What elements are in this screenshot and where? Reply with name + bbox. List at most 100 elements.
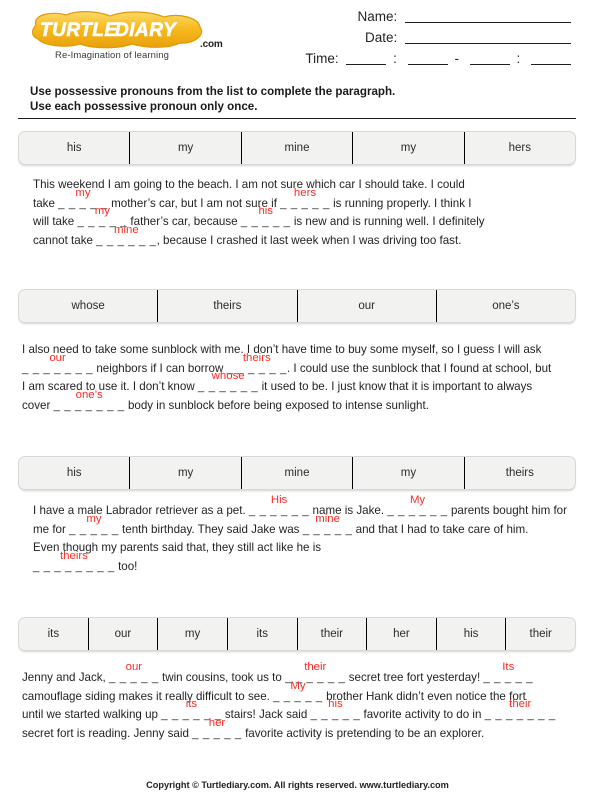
word-bank-3: his my mine my theirs [18,456,576,490]
paragraph-text: it used to be. I just know that it is im… [258,380,533,394]
paragraph-text: secret tree fort yesterday! [345,671,484,684]
paragraph-text: twin cousins, took us to [158,671,286,684]
logo-tagline: Re-Imagination of learning [55,50,170,61]
answer-blank[interactable]: _ _ _ _ _ _ whose [198,370,258,397]
answer-blank[interactable]: _ _ _ _ _ Its [483,661,533,688]
time-dash: - [454,51,459,66]
svg-text:DIARY: DIARY [115,20,178,41]
paragraph-text: favorite activity is pretending to be an… [241,726,485,740]
paragraph-text: favorite activity to do in [360,708,485,722]
paragraph-text: . I could use the sunblock that I found … [286,361,552,375]
paragraph-text: is running properly. I think I [329,196,472,210]
word-bank-option[interactable]: hers [465,132,575,164]
filled-answer: hers [293,186,317,199]
word-bank-option[interactable]: my [130,457,242,489]
filled-answer: their [509,698,532,711]
student-fields: Name: Date: Time: : - : [291,6,571,69]
paragraph-text: and that I had to take care of him. [352,522,529,536]
header-divider [18,118,576,119]
paragraph-text: take [33,196,59,210]
name-label: Name: [357,9,398,24]
word-bank-option[interactable]: one’s [437,290,575,322]
filled-answer: mine [114,223,139,236]
turtle-diary-logo[interactable]: TURTLE DIARY .com Re-Imagination of lear… [22,9,232,61]
word-bank-option[interactable]: my [353,132,465,164]
filled-answer: theirs [59,549,88,562]
answer-blank[interactable]: _ _ _ _ _ his [311,698,361,725]
filled-answer: My [290,679,306,692]
filled-answer: whose [211,370,245,383]
word-bank-option[interactable]: their [506,618,575,650]
paragraph-line: until we started walking up _ _ _ _ _ _ i… [22,698,576,725]
paragraph-text: parents bought him for [447,504,567,517]
filled-answer: one’s [75,388,103,401]
paragraph-text: cannot take [33,233,97,247]
paragraph-text: Jenny and Jack, [22,671,110,684]
answer-blank[interactable]: _ _ _ _ _ _ My [387,494,447,521]
answer-blank[interactable]: _ _ _ _ _ his [241,205,291,232]
filled-answer: His [270,494,288,506]
time-end-hour-line[interactable] [469,64,510,65]
time-label: Time: [305,51,339,66]
date-label: Date: [364,30,398,45]
filled-answer: her [208,716,226,729]
answer-blank[interactable]: _ _ _ _ _ _ _ one’s [54,389,125,416]
word-bank-option[interactable]: her [367,618,437,650]
logo-dotcom: .com [200,39,223,50]
filled-answer: their [304,661,327,673]
instruction-line-2: Use each possessive pronoun only once. [30,99,258,113]
filled-answer: Its [502,661,515,673]
paragraph-text: I have a male Labrador retriever as a pe… [33,504,249,517]
paragraph-text: is new and is running well. I definitely [290,215,485,229]
answer-blank[interactable]: _ _ _ _ _ _ His [249,494,309,521]
word-bank-option[interactable]: his [19,132,131,164]
answer-blank[interactable]: _ _ _ _ _ mine [303,513,353,540]
word-bank-option[interactable]: my [130,132,242,164]
filled-answer: mine [315,512,340,525]
time-start-minute-line[interactable] [407,64,448,65]
word-bank-option[interactable]: his [437,618,507,650]
paragraph-text: will take [33,215,78,229]
filled-answer: theirs [242,351,271,364]
paragraph-text: tenth birthday. They said Jake was [118,522,303,536]
word-bank-option[interactable]: my [158,618,228,650]
paragraph-line: cover _ _ _ _ _ _ _ one’s body in sunbloc… [22,389,576,416]
time-end-minute-line[interactable] [531,64,571,65]
word-bank-option[interactable]: its [19,618,89,650]
word-bank-option[interactable]: our [298,290,437,322]
answer-blank[interactable]: _ _ _ _ _ _ _ _ theirs [33,550,115,577]
answer-blank[interactable]: _ _ _ _ _ _ mine [96,224,156,251]
filled-answer: our [125,661,143,673]
word-bank-option[interactable]: mine [242,132,354,164]
footer-copyright: Copyright © Turtlediary.com. All rights … [146,780,449,790]
word-bank-option[interactable]: my [353,457,465,489]
answer-blank[interactable]: _ _ _ _ _ my [69,513,119,540]
date-input-line[interactable] [405,43,571,44]
word-bank-option[interactable]: their [298,618,368,650]
logo-icon: TURTLE DIARY [31,11,203,49]
answer-blank[interactable]: _ _ _ _ _ our [109,661,159,688]
answer-blank[interactable]: _ _ _ _ _ _ _ our [22,352,93,379]
time-start-hour-line[interactable] [346,64,387,65]
word-bank-option[interactable]: our [89,618,159,650]
word-bank-option[interactable]: whose [19,290,159,322]
word-bank-option[interactable]: mine [242,457,354,489]
word-bank-option[interactable]: theirs [158,290,298,322]
filled-answer: our [49,351,66,364]
paragraph-text: , because I crashed it last week when I … [156,233,462,247]
paragraph-1: This weekend I am going to the beach. I … [33,176,573,250]
word-bank-option[interactable]: his [19,457,131,489]
paragraph-text: me for [33,522,70,536]
answer-blank[interactable]: _ _ _ _ _ _ _ their [485,698,556,725]
paragraph-line: secret fort is reading. Jenny said _ _ _… [22,717,576,744]
word-bank-option[interactable]: theirs [465,457,575,489]
filled-answer: its [185,698,198,711]
paragraph-3: I have a male Labrador retriever as a pe… [33,494,573,577]
paragraph-text: body in sunblock before being exposed to… [124,398,429,412]
instruction-line-1: Use possessive pronouns from the list to… [30,85,396,98]
name-input-line[interactable] [405,22,571,23]
svg-text:TURTLE: TURTLE [40,20,118,41]
word-bank-option[interactable]: its [228,618,298,650]
answer-blank[interactable]: _ _ _ _ _ her [192,717,242,744]
filled-answer: his [258,205,273,218]
